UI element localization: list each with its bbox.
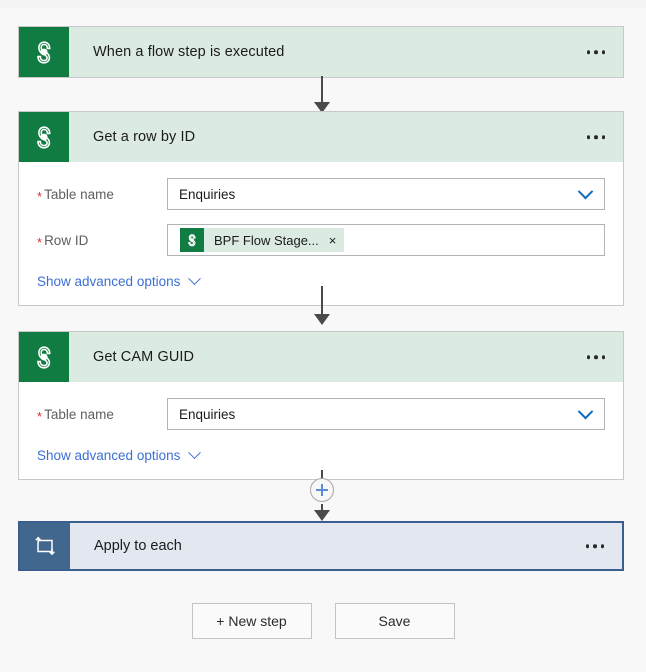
footer-button-bar: + New step Save (0, 603, 646, 639)
chevron-down-icon (188, 446, 202, 460)
show-advanced-options-link-get-row-by-id[interactable]: Show advanced options (37, 272, 202, 289)
menu-dot (594, 50, 598, 54)
menu-dot (601, 355, 605, 359)
connector-arrowhead (313, 314, 330, 325)
card-menu-button-get-cam-guid[interactable] (585, 349, 608, 365)
flow-step-card-get-row-by-id[interactable]: Get a row by ID * Table name Enquiries *… (18, 111, 624, 306)
connector-line (321, 76, 323, 104)
field-row-table-name: * Table name Enquiries (37, 178, 605, 210)
menu-dot (601, 135, 605, 139)
chevron-down-icon[interactable] (566, 179, 604, 209)
field-label-table-name: * Table name (37, 406, 167, 424)
dynamic-content-token[interactable]: BPF Flow Stage... × (180, 228, 345, 252)
advanced-options-label: Show advanced options (37, 448, 181, 463)
card-title-apply-to-each: Apply to each (94, 538, 182, 554)
window-top-strip (0, 0, 646, 8)
menu-dot (593, 544, 597, 548)
required-marker: * (37, 234, 43, 250)
insert-step-button[interactable] (310, 478, 334, 502)
field-label-text: Row ID (44, 232, 89, 248)
advanced-options-label: Show advanced options (37, 274, 181, 289)
field-label-text: Table name (44, 186, 114, 202)
card-menu-button-apply-to-each[interactable] (584, 538, 607, 554)
dataverse-icon (19, 332, 69, 382)
field-row-row-id: * Row ID BPF Flow Stage... × (37, 224, 605, 256)
table-name-dropdown[interactable]: Enquiries (167, 398, 605, 430)
menu-dot (586, 135, 590, 139)
card-menu-button-trigger[interactable] (585, 44, 608, 60)
flow-step-card-get-cam-guid[interactable]: Get CAM GUID * Table name Enquiries Show… (18, 331, 624, 480)
menu-dot (601, 50, 605, 54)
connector-line (321, 286, 323, 316)
table-name-value: Enquiries (179, 186, 236, 202)
field-row-table-name: * Table name Enquiries (37, 398, 605, 430)
card-header-get-row-by-id[interactable]: Get a row by ID (19, 112, 623, 162)
dataverse-icon (180, 228, 204, 252)
dataverse-icon (19, 112, 69, 162)
menu-dot (586, 50, 590, 54)
card-title-get-row-by-id: Get a row by ID (93, 129, 196, 145)
flow-step-card-trigger[interactable]: When a flow step is executed (18, 26, 624, 78)
menu-dot (594, 355, 598, 359)
loop-icon (20, 523, 70, 569)
menu-dot (600, 544, 604, 548)
dataverse-icon (19, 27, 69, 77)
card-menu-button-get-row-by-id[interactable] (585, 129, 608, 145)
field-label-row-id: * Row ID (37, 232, 167, 250)
field-label-text: Table name (44, 406, 114, 422)
flow-designer-canvas: When a flow step is executed Get a row b… (0, 8, 646, 672)
card-title-get-cam-guid: Get CAM GUID (93, 349, 195, 365)
chevron-down-icon[interactable] (566, 399, 604, 429)
required-marker: * (37, 188, 43, 204)
card-body-get-row-by-id: * Table name Enquiries * Row ID BPF Flow… (19, 162, 623, 305)
row-id-input[interactable]: BPF Flow Stage... × (167, 224, 605, 256)
field-label-table-name: * Table name (37, 186, 167, 204)
save-button[interactable]: Save (334, 603, 455, 639)
menu-dot (586, 355, 590, 359)
table-name-value: Enquiries (179, 406, 236, 422)
connector-arrowhead (313, 510, 330, 521)
menu-dot (585, 544, 589, 548)
card-title-trigger: When a flow step is executed (93, 44, 285, 60)
card-body-get-cam-guid: * Table name Enquiries Show advanced opt… (19, 382, 623, 479)
chevron-down-icon (188, 272, 202, 286)
flow-step-card-apply-to-each[interactable]: Apply to each (18, 521, 624, 571)
card-header-get-cam-guid[interactable]: Get CAM GUID (19, 332, 623, 382)
menu-dot (594, 135, 598, 139)
required-marker: * (37, 408, 43, 424)
new-step-button[interactable]: + New step (191, 603, 312, 639)
table-name-dropdown[interactable]: Enquiries (167, 178, 605, 210)
token-label: BPF Flow Stage... (214, 232, 319, 248)
close-icon[interactable]: × (327, 234, 339, 247)
show-advanced-options-link-get-cam-guid[interactable]: Show advanced options (37, 446, 202, 463)
card-header-trigger[interactable]: When a flow step is executed (19, 27, 623, 77)
